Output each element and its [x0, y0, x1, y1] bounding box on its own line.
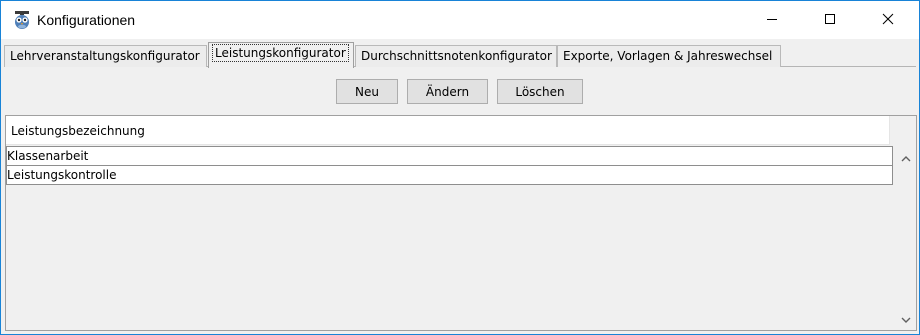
tab-label: Durchschnittsnotenkonfigurator: [361, 49, 552, 63]
maximize-button[interactable]: [807, 1, 853, 39]
config-window: Konfigurationen Lehrveranstaltungskonfig…: [0, 0, 920, 335]
new-button[interactable]: Neu: [336, 79, 398, 104]
tab-leistungskonfigurator[interactable]: Leistungskonfigurator: [208, 42, 354, 68]
close-icon: [882, 13, 894, 28]
minimize-icon: [766, 13, 778, 28]
title-bar[interactable]: Konfigurationen: [1, 1, 919, 39]
tab-exporte-vorlagen-jahreswechsel[interactable]: Exporte, Vorlagen & Jahreswechsel: [557, 45, 781, 67]
scroll-up-button[interactable]: [896, 149, 916, 166]
maximize-icon: [824, 13, 836, 28]
table-panel: Leistungsbezeichnung Klassenarbeit Leist…: [5, 115, 917, 331]
chevron-down-icon: [901, 313, 911, 327]
window-title: Konfigurationen: [37, 12, 136, 28]
tab-label: Exporte, Vorlagen & Jahreswechsel: [563, 49, 773, 63]
edit-button[interactable]: Ändern: [407, 79, 488, 104]
table-row[interactable]: Klassenarbeit: [6, 146, 893, 166]
tab-lehrveranstaltungskonfigurator[interactable]: Lehrveranstaltungskonfigurator: [4, 45, 207, 67]
tab-bar: Lehrveranstaltungskonfigurator Leistungs…: [4, 42, 916, 68]
tab-label: Leistungskonfigurator: [212, 44, 349, 62]
vertical-scrollbar[interactable]: [896, 146, 916, 330]
column-header-leistungsbezeichnung[interactable]: Leistungsbezeichnung: [6, 116, 890, 145]
owl-icon: [13, 11, 31, 29]
minimize-button[interactable]: [749, 1, 795, 39]
close-button[interactable]: [865, 1, 911, 39]
table-row[interactable]: Leistungskontrolle: [6, 165, 893, 185]
scroll-down-button[interactable]: [896, 311, 916, 328]
chevron-up-icon: [901, 151, 911, 165]
tab-durchschnittsnotenkonfigurator[interactable]: Durchschnittsnotenkonfigurator: [355, 45, 557, 67]
tab-label: Lehrveranstaltungskonfigurator: [10, 49, 200, 63]
delete-button[interactable]: Löschen: [497, 79, 583, 104]
